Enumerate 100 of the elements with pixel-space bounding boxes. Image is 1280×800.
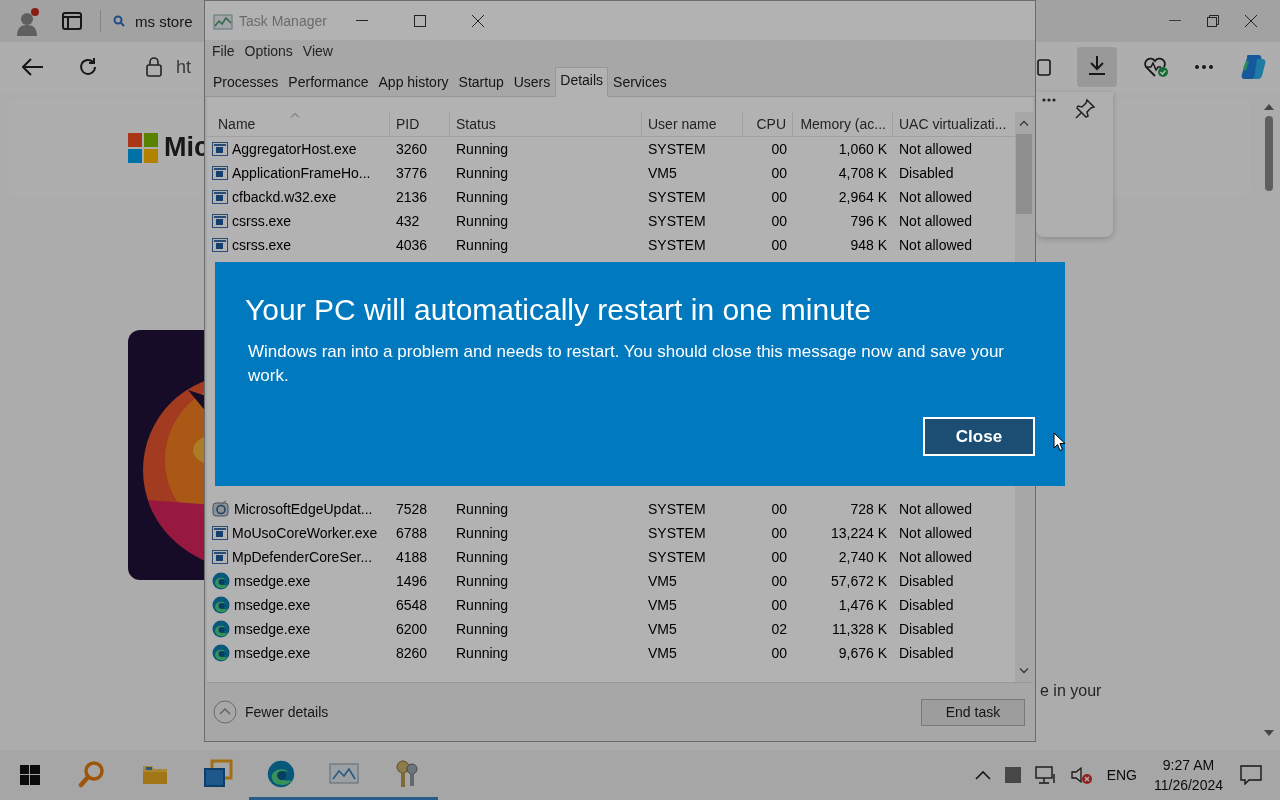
menu-item[interactable]: Options [239, 43, 298, 59]
tab-title[interactable]: ms store [135, 12, 193, 30]
table-cell-text: Disabled [898, 621, 955, 637]
process-name: csrss.exe [232, 213, 292, 229]
column-header[interactable]: Name [212, 112, 390, 136]
heart-check-icon[interactable] [1143, 56, 1169, 78]
more-icon[interactable] [1195, 65, 1213, 69]
pin-icon[interactable] [1074, 98, 1096, 120]
table-cell-text: Disabled [898, 165, 955, 181]
more-icon[interactable] [1042, 98, 1056, 102]
table-cell-text: Not allowed [898, 501, 974, 517]
close-icon[interactable] [471, 14, 484, 27]
process-name: MoUsoCoreWorker.exe [232, 525, 378, 541]
minimize-icon[interactable] [355, 19, 368, 22]
column-header[interactable]: PID [390, 112, 450, 136]
profile-icon[interactable] [16, 6, 42, 36]
process-name: csrss.exe [232, 237, 292, 253]
table-cell-text: 4,708 K [837, 165, 888, 181]
edge-icon[interactable] [266, 759, 295, 788]
tab-actions-icon[interactable] [62, 12, 82, 30]
chevron-up-icon[interactable] [974, 770, 991, 780]
table-cell-text: 9,676 K [837, 645, 888, 661]
table-cell-text: 1496 [395, 573, 429, 589]
table-cell-text: 00 [770, 501, 788, 517]
table-cell-text: SYSTEM [647, 189, 707, 205]
table-cell-text: 7528 [395, 501, 429, 517]
notification-icon[interactable] [1240, 765, 1262, 785]
monitor-icon[interactable] [328, 761, 359, 786]
address-field[interactable]: ht [176, 56, 191, 78]
table-cell-text: 00 [770, 141, 788, 157]
scrollbar-thumb[interactable] [1265, 116, 1273, 191]
lock-icon [146, 57, 162, 77]
dialog-title: Your PC will automatically restart in one minute [245, 292, 872, 328]
table-cell-text: Running [455, 621, 510, 637]
column-header[interactable]: CPU [743, 112, 793, 136]
start-icon[interactable] [20, 765, 40, 785]
table-cell-text: SYSTEM [647, 213, 707, 229]
back-icon[interactable] [22, 58, 44, 76]
menu-item[interactable]: View [297, 43, 338, 59]
language-indicator[interactable]: ENG [1106, 767, 1137, 783]
table-cell-text: 6200 [395, 621, 429, 637]
table-cell-text: Running [455, 501, 510, 517]
scroll-up-icon[interactable] [1264, 104, 1274, 110]
table-cell-text: 00 [770, 549, 788, 565]
restore-icon[interactable] [1207, 15, 1219, 27]
end-task-button[interactable]: End task [921, 698, 1025, 726]
tab[interactable]: App history [373, 69, 454, 96]
minimize-icon[interactable] [1169, 20, 1181, 22]
column-header[interactable]: User name [642, 112, 743, 136]
volume-muted-icon[interactable] [1070, 766, 1093, 784]
table-cell-text: Not allowed [898, 549, 974, 565]
table-cell-text: 00 [770, 573, 788, 589]
scrollbar-thumb[interactable] [1016, 134, 1032, 214]
tab[interactable]: Users [508, 69, 556, 96]
table-cell-text: SYSTEM [647, 525, 707, 541]
close-icon[interactable] [1245, 15, 1257, 27]
download-button[interactable] [1077, 47, 1117, 87]
clock-time[interactable]: 9:27 AM [1162, 755, 1215, 775]
table-cell-text: 728 K [849, 501, 888, 517]
maximize-icon[interactable] [413, 14, 426, 27]
table-cell-text: 2136 [395, 189, 429, 205]
table-cell-text: 796 K [849, 213, 888, 229]
column-header[interactable]: Status [450, 112, 642, 136]
tab[interactable]: Processes [208, 69, 284, 96]
table-cell-text: Running [455, 189, 510, 205]
square-icon[interactable] [1004, 767, 1021, 783]
scroll-up-icon[interactable] [1019, 120, 1029, 126]
column-header[interactable]: Memory (ac... [793, 112, 893, 136]
tab[interactable]: Performance [283, 69, 374, 96]
refresh-icon[interactable] [78, 57, 98, 77]
window-icon [212, 550, 228, 564]
windows-icon[interactable] [202, 758, 233, 789]
search-icon[interactable] [77, 759, 106, 788]
table-cell-text: 00 [770, 645, 788, 661]
tab[interactable]: Services [608, 69, 672, 96]
column-header[interactable]: UAC virtualizati... [893, 112, 1015, 136]
window-icon [212, 214, 228, 228]
tab[interactable]: Details [555, 67, 609, 97]
mouse-cursor-icon [1053, 432, 1066, 452]
table-cell-text: Running [455, 645, 510, 661]
scroll-down-icon[interactable] [1264, 730, 1274, 736]
menu-item[interactable]: File [207, 43, 240, 59]
tab[interactable]: Startup [453, 69, 509, 96]
edge-icon [212, 620, 230, 638]
close-button[interactable]: Close [923, 417, 1035, 456]
table-cell-text: 00 [770, 189, 788, 205]
table-cell-text: Not allowed [898, 141, 974, 157]
collections-icon[interactable] [1037, 57, 1051, 77]
table-cell-text: Not allowed [898, 525, 974, 541]
scroll-down-icon[interactable] [1019, 668, 1029, 674]
clock-date[interactable]: 11/26/2024 [1153, 775, 1223, 795]
table-cell-text: 8260 [395, 645, 429, 661]
network-icon[interactable] [1034, 766, 1057, 784]
copilot-icon[interactable] [1239, 53, 1267, 81]
dialog-message: Windows ran into a problem and needs to restart. You should close this message now and save your work. [248, 341, 1005, 387]
table-cell-text: VM5 [647, 597, 678, 613]
table-cell-text: SYSTEM [647, 549, 707, 565]
fewer-details-link[interactable]: Fewer details [245, 704, 329, 720]
table-cell-text: Not allowed [898, 237, 974, 253]
table-cell-text: 1,060 K [837, 141, 888, 157]
